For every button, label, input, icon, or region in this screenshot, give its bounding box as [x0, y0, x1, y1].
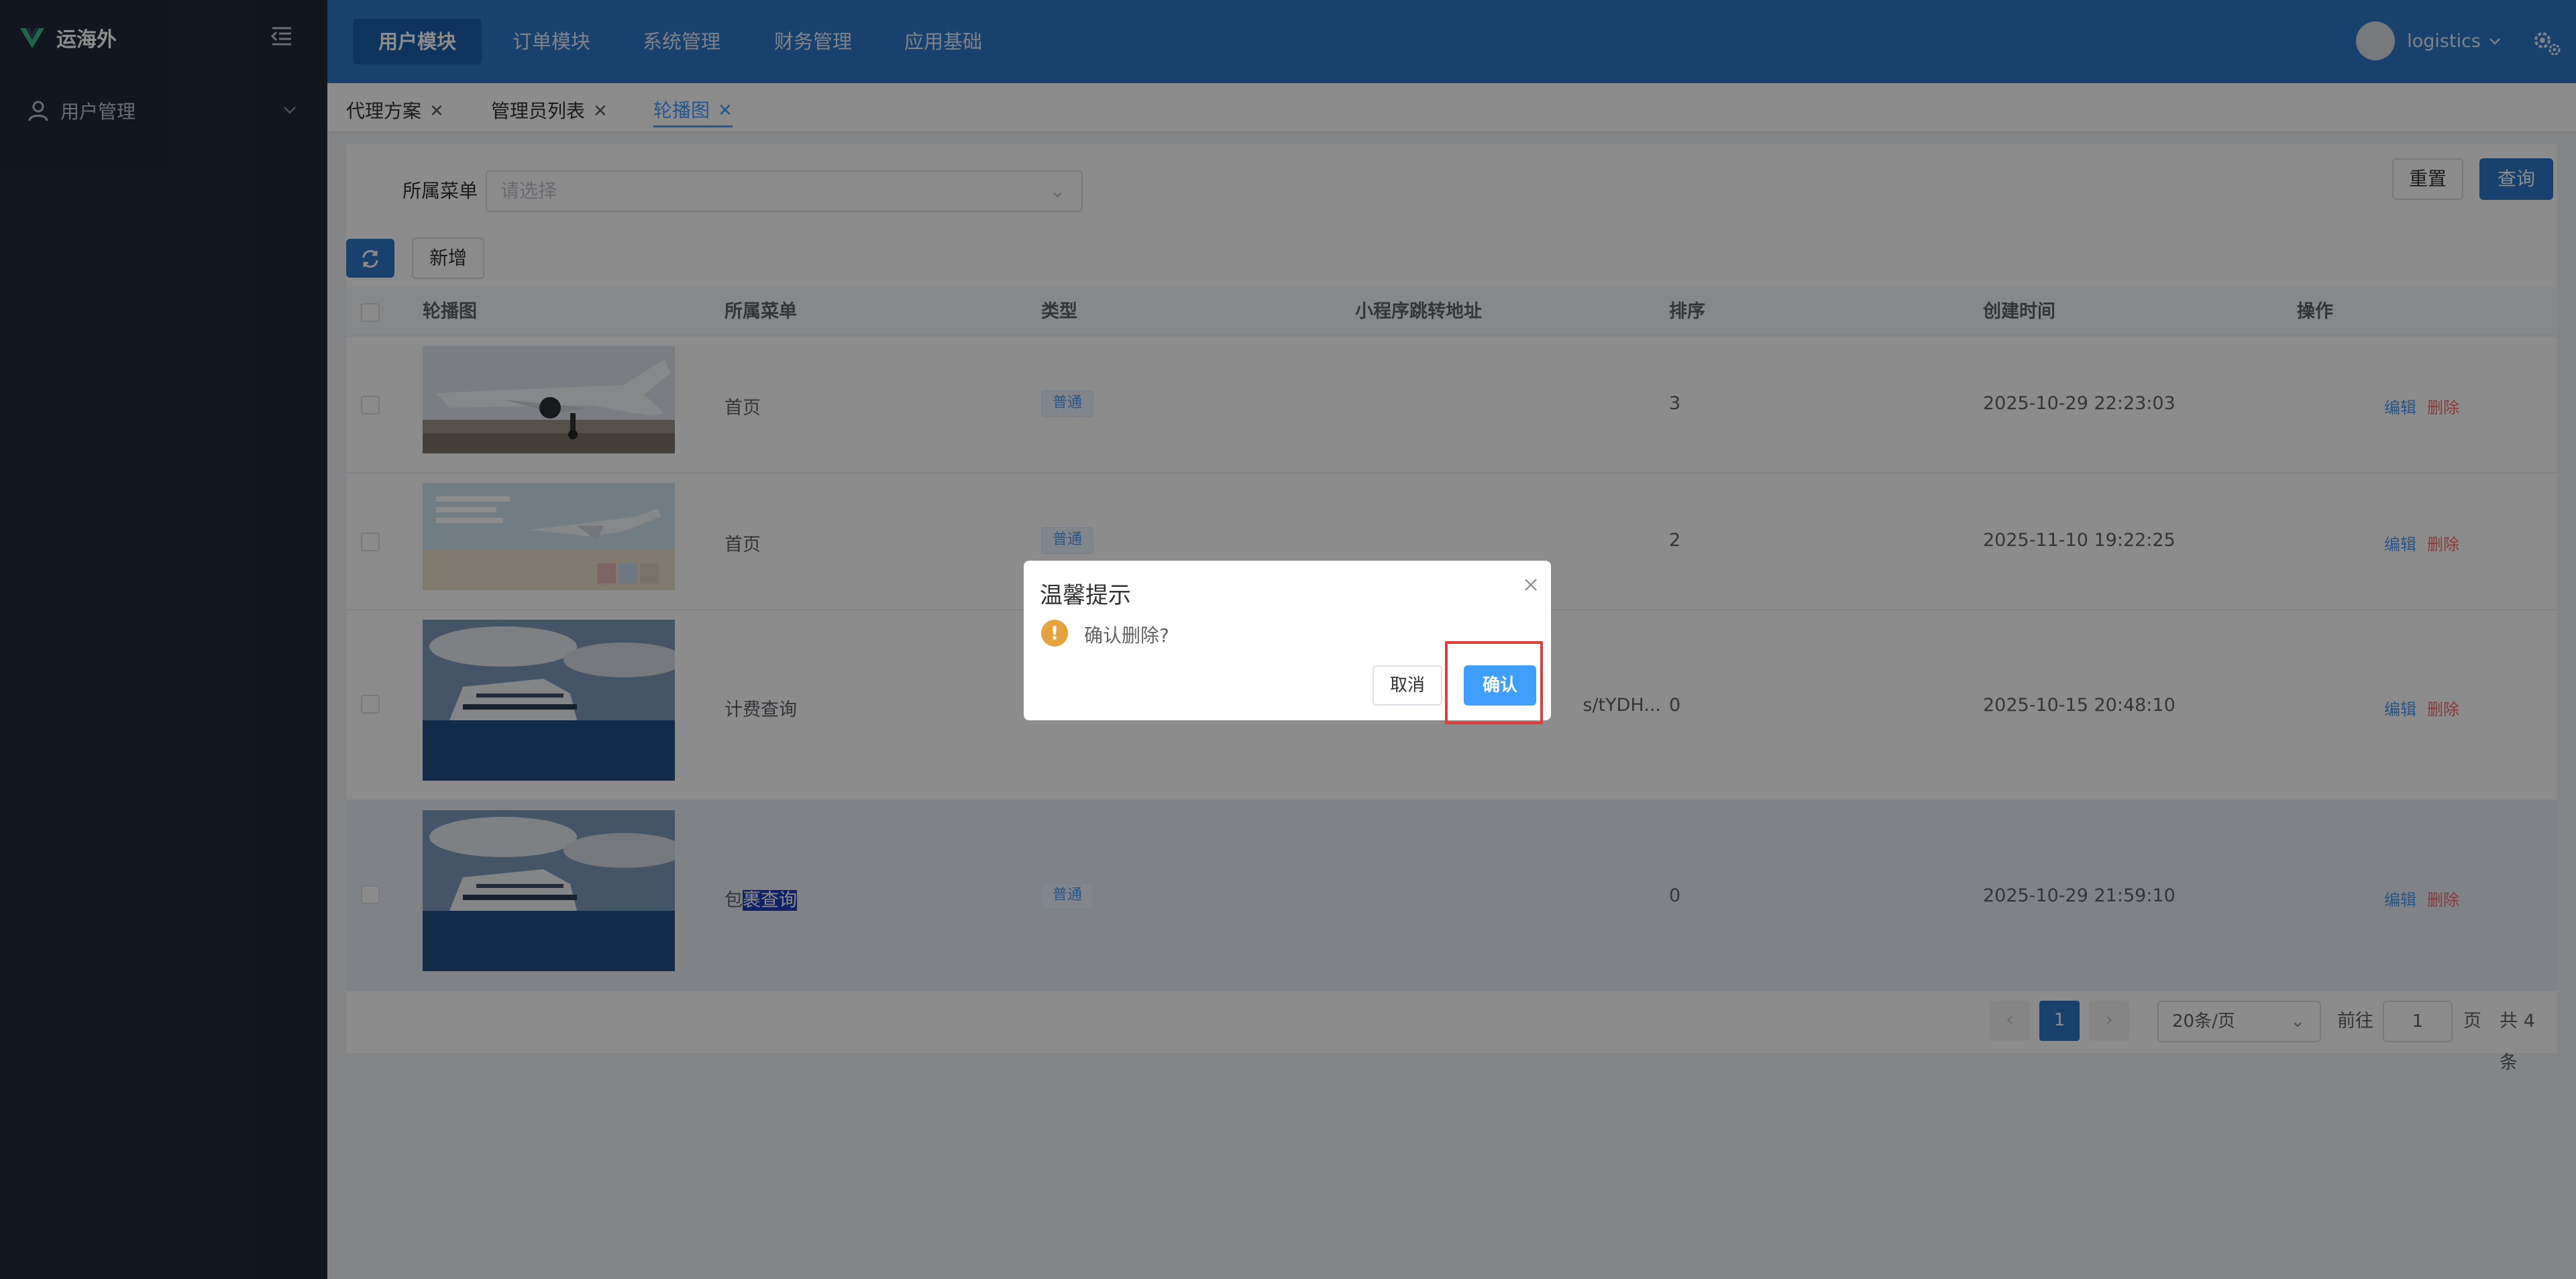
warning-icon: ! — [1041, 620, 1068, 647]
dialog-title: 温馨提示 — [1040, 582, 1131, 609]
confirm-highlight-box — [1445, 641, 1543, 724]
close-icon[interactable] — [1517, 571, 1544, 598]
cancel-button[interactable]: 取消 — [1373, 665, 1442, 706]
dialog-message: 确认删除? — [1084, 624, 1169, 647]
